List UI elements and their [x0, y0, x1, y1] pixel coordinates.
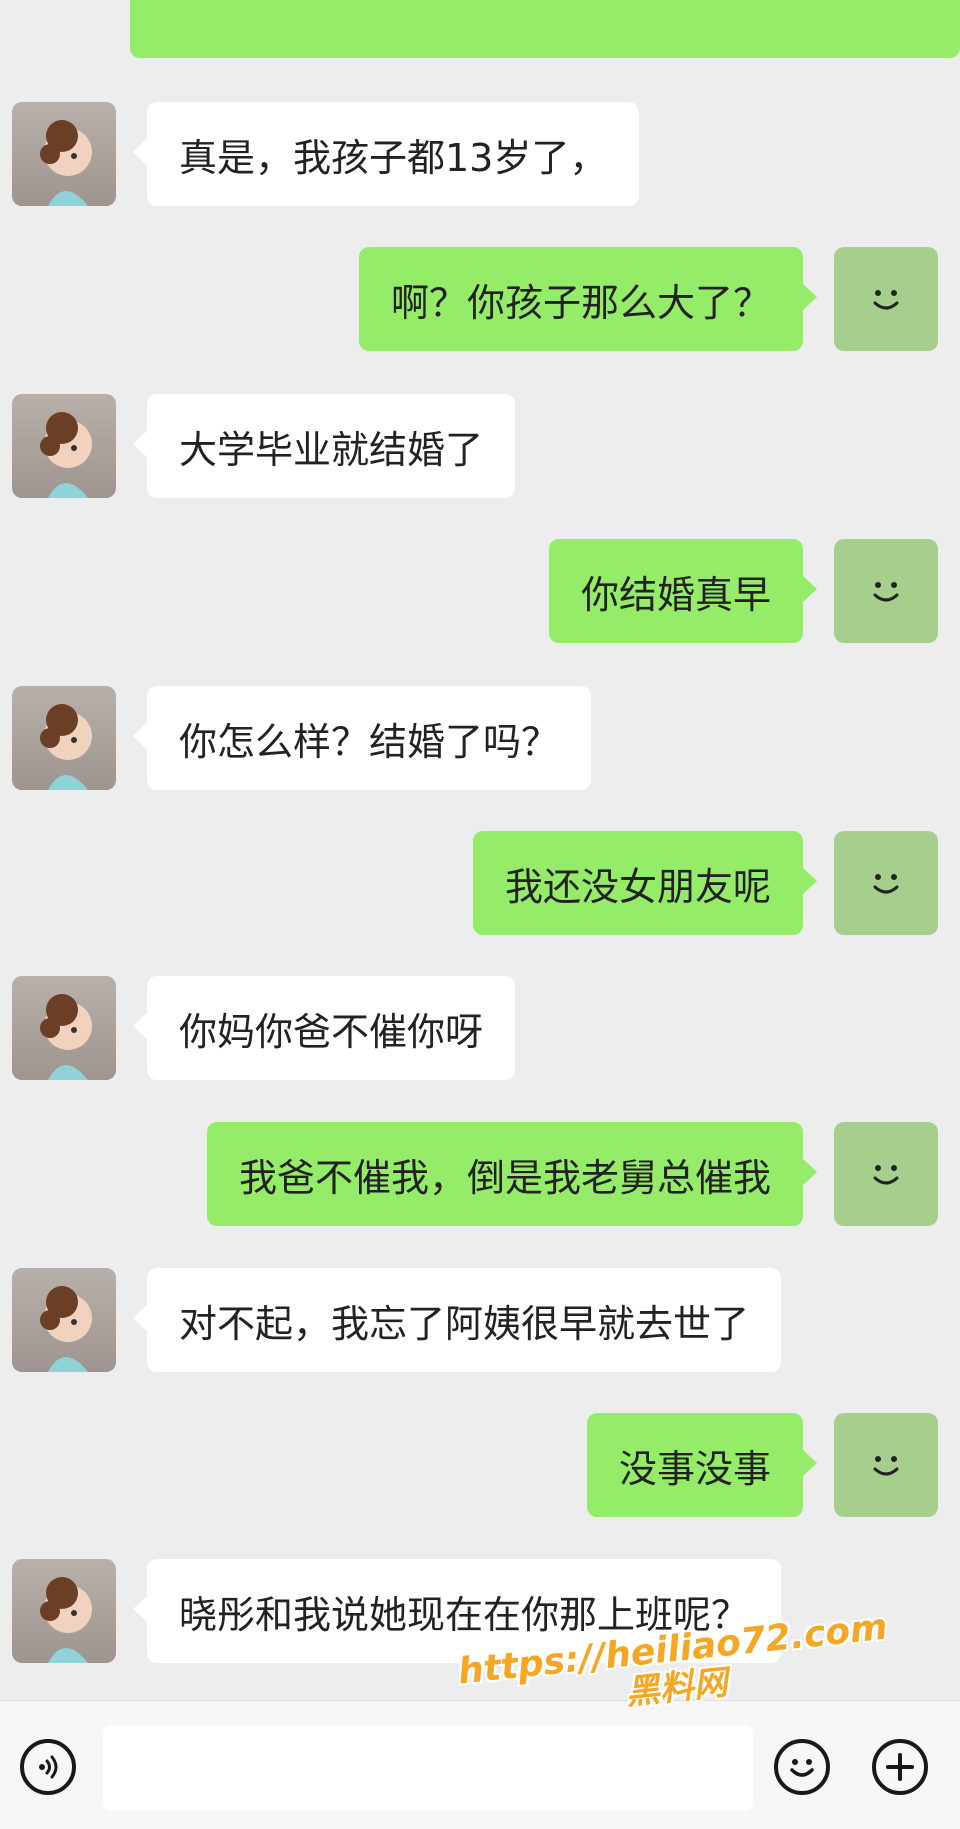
girl-avatar-icon — [40, 412, 92, 498]
contact-avatar[interactable] — [12, 976, 116, 1080]
received-message-bubble[interactable]: 真是，我孩子都13岁了， — [132, 102, 640, 206]
girl-avatar-icon — [40, 994, 92, 1080]
smiley-face-icon — [873, 290, 899, 310]
message-row: 你结婚真早 — [0, 539, 960, 643]
received-message-bubble[interactable]: 对不起，我忘了阿姨很早就去世了 — [132, 1268, 782, 1372]
girl-avatar-icon — [40, 120, 92, 206]
message-row: 我爸不催我，倒是我老舅总催我 — [0, 1122, 960, 1226]
contact-avatar[interactable] — [12, 1268, 116, 1372]
message-row: 大学毕业就结婚了 — [0, 394, 960, 498]
received-message-bubble[interactable]: 你怎么样？结婚了吗？ — [132, 686, 592, 790]
contact-avatar[interactable] — [12, 1559, 116, 1663]
sent-message-bubble[interactable]: 没事没事 — [586, 1413, 818, 1517]
girl-avatar-icon — [40, 1577, 92, 1663]
smiley-face-icon — [873, 1165, 899, 1185]
my-avatar[interactable] — [834, 247, 938, 351]
message-row: 你妈你爸不催你呀 — [0, 976, 960, 1080]
message-row: 啊？你孩子那么大了？ — [0, 247, 960, 351]
sent-message-bubble[interactable]: 我还没女朋友呢 — [472, 831, 818, 935]
chat-message-list[interactable]: 真是，我孩子都13岁了， 啊？你孩子那么大了？ 大学毕业就结婚了 你结婚真早 你… — [0, 0, 960, 1700]
sent-message-bubble[interactable]: 我爸不催我，倒是我老舅总催我 — [206, 1122, 818, 1226]
message-row: 我还没女朋友呢 — [0, 831, 960, 935]
message-row: 真是，我孩子都13岁了， — [0, 102, 960, 206]
smiley-face-icon — [873, 874, 899, 894]
my-avatar[interactable] — [834, 831, 938, 935]
smile-emoji-icon[interactable] — [774, 1739, 830, 1795]
sent-message-bubble[interactable]: 啊？你孩子那么大了？ — [358, 247, 818, 351]
plus-icon[interactable] — [872, 1739, 928, 1795]
smiley-face-icon — [873, 1456, 899, 1476]
received-message-bubble[interactable]: 你妈你爸不催你呀 — [132, 976, 516, 1080]
girl-avatar-icon — [40, 704, 92, 790]
my-avatar[interactable] — [834, 539, 938, 643]
message-row: 你怎么样？结婚了吗？ — [0, 686, 960, 790]
my-avatar[interactable] — [834, 1413, 938, 1517]
my-avatar[interactable] — [834, 1122, 938, 1226]
contact-avatar[interactable] — [12, 394, 116, 498]
received-message-bubble[interactable]: 大学毕业就结婚了 — [132, 394, 516, 498]
voice-icon[interactable] — [20, 1739, 76, 1795]
sent-message-bubble[interactable]: 你结婚真早 — [548, 539, 818, 643]
smiley-face-icon — [873, 582, 899, 602]
girl-avatar-icon — [40, 1286, 92, 1372]
message-row: 没事没事 — [0, 1413, 960, 1517]
message-input[interactable] — [103, 1725, 753, 1811]
partial-sent-bubble — [130, 0, 960, 58]
contact-avatar[interactable] — [12, 102, 116, 206]
contact-avatar[interactable] — [12, 686, 116, 790]
message-row: 对不起，我忘了阿姨很早就去世了 — [0, 1268, 960, 1372]
